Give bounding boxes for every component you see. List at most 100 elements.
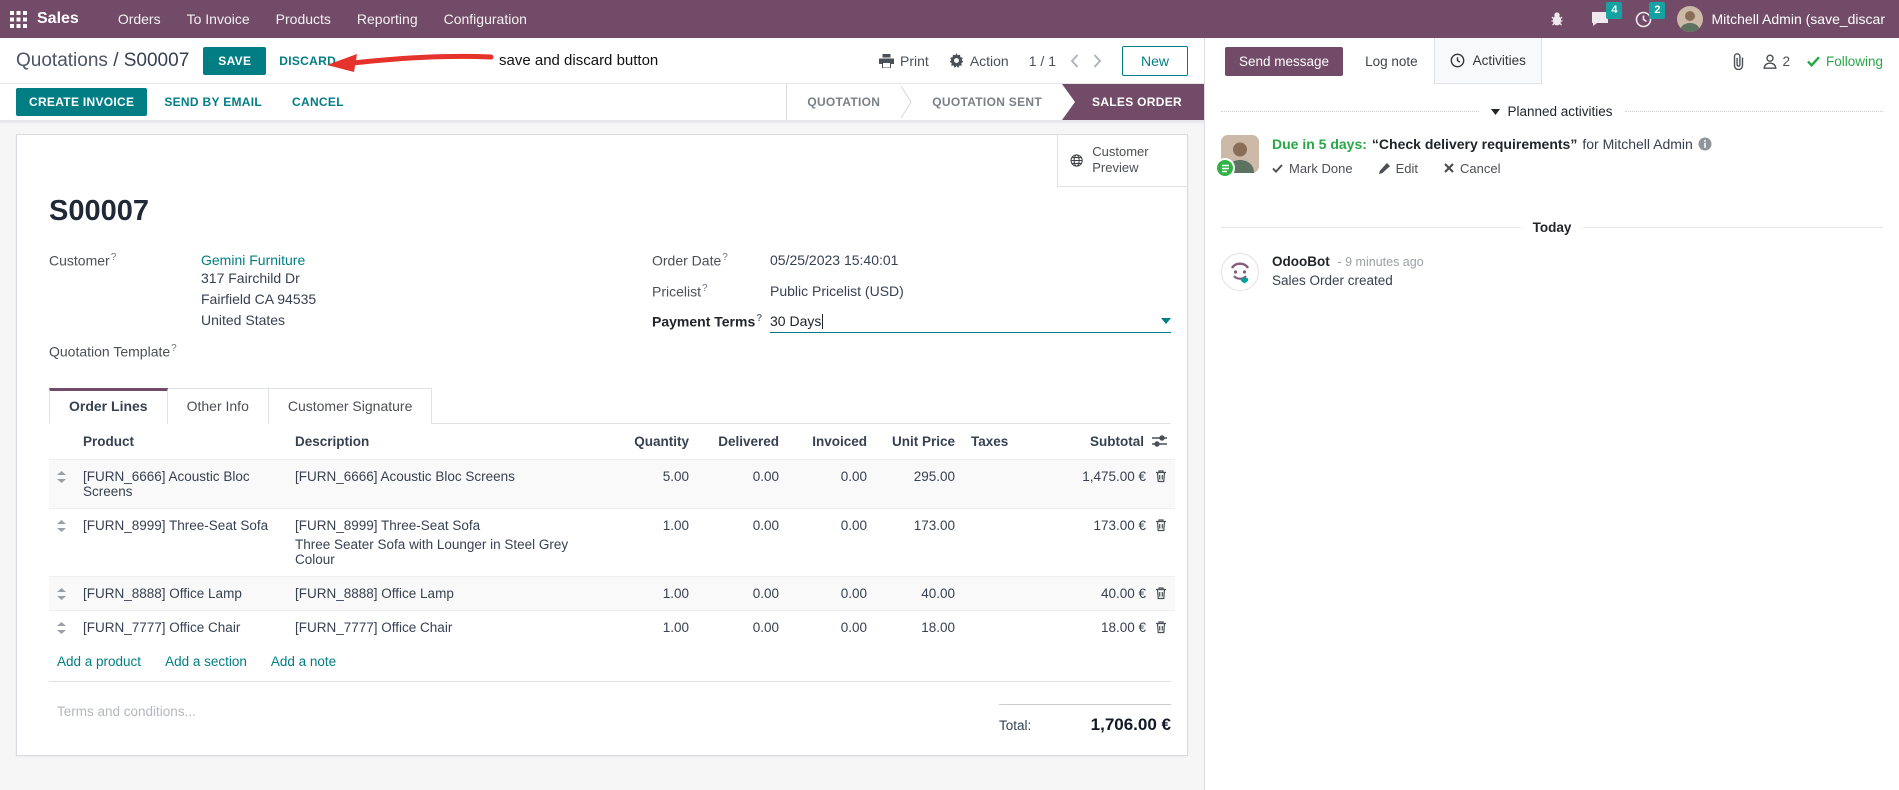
cell-invoiced[interactable]: 0.00 (787, 508, 875, 576)
breadcrumb-quotations[interactable]: Quotations (16, 50, 108, 71)
cell-taxes[interactable] (963, 459, 1029, 508)
nav-menu-to-invoice[interactable]: To Invoice (174, 1, 263, 37)
cell-product[interactable]: [FURN_7777] Office Chair (75, 610, 287, 644)
print-button[interactable]: Print (879, 53, 929, 69)
pager-next-icon[interactable] (1093, 53, 1102, 68)
action-button[interactable]: Action (949, 53, 1009, 69)
cell-taxes[interactable] (963, 576, 1029, 610)
save-button[interactable]: SAVE (203, 46, 267, 75)
log-note-button[interactable]: Log note (1357, 47, 1426, 76)
drag-handle-icon[interactable] (49, 459, 75, 508)
order-line-row[interactable]: [FURN_8888] Office Lamp [FURN_8888] Offi… (49, 576, 1175, 611)
activities-button[interactable]: Activities (1433, 38, 1542, 84)
cancel-activity-button[interactable]: Cancel (1444, 161, 1500, 176)
cell-unit-price[interactable]: 18.00 (875, 610, 963, 644)
cell-description[interactable]: [FURN_7777] Office Chair (287, 610, 617, 644)
cell-taxes[interactable] (963, 508, 1029, 576)
cell-quantity[interactable]: 1.00 (617, 508, 697, 576)
cell-description[interactable]: [FURN_8888] Office Lamp (287, 576, 617, 610)
create-invoice-button[interactable]: CREATE INVOICE (16, 88, 148, 116)
discard-button[interactable]: DISCARD (266, 47, 349, 75)
send-by-email-button[interactable]: SEND BY EMAIL (151, 88, 275, 116)
status-sales-order[interactable]: SALES ORDER (1062, 84, 1204, 120)
nav-menu-configuration[interactable]: Configuration (431, 1, 540, 37)
cell-description[interactable]: [FURN_8999] Three-Seat Sofa Three Seater… (287, 508, 617, 576)
col-product[interactable]: Product (75, 424, 287, 460)
activities-clock-icon[interactable]: 2 (1635, 1, 1666, 28)
cell-description[interactable]: [FURN_6666] Acoustic Bloc Screens (287, 459, 617, 508)
drag-handle-icon[interactable] (49, 610, 75, 644)
nav-menu-reporting[interactable]: Reporting (344, 1, 431, 37)
dropdown-caret-icon[interactable] (1161, 318, 1171, 325)
col-quantity[interactable]: Quantity (617, 424, 697, 460)
user-avatar[interactable] (1677, 6, 1704, 32)
customer-name-link[interactable]: Gemini Furniture (201, 252, 316, 268)
order-line-row[interactable]: [FURN_6666] Acoustic Bloc Screens [FURN_… (49, 459, 1175, 509)
cell-unit-price[interactable]: 173.00 (875, 508, 963, 576)
cell-invoiced[interactable]: 0.00 (787, 610, 875, 644)
tab-order-lines[interactable]: Order Lines (49, 387, 168, 424)
delete-line-icon[interactable] (1155, 586, 1167, 600)
col-description[interactable]: Description (287, 424, 617, 460)
col-delivered[interactable]: Delivered (697, 424, 787, 460)
nav-menu-products[interactable]: Products (263, 1, 344, 37)
cell-unit-price[interactable]: 40.00 (875, 576, 963, 610)
attach-files-button[interactable] (1731, 52, 1746, 70)
status-quotation-sent[interactable]: QUOTATION SENT (912, 84, 1062, 120)
status-quotation[interactable]: QUOTATION (787, 84, 900, 120)
odoobot-avatar[interactable] (1221, 252, 1259, 291)
customer-preview-button[interactable]: Customer Preview (1057, 135, 1187, 187)
terms-and-conditions-field[interactable]: Terms and conditions... (57, 704, 196, 735)
pricelist-value[interactable]: Public Pricelist (USD) (770, 283, 904, 300)
user-name[interactable]: Mitchell Admin (save_discar (1711, 11, 1885, 27)
add-section-link[interactable]: Add a section (165, 654, 247, 669)
following-button[interactable]: Following (1807, 54, 1883, 69)
add-product-link[interactable]: Add a product (57, 654, 141, 669)
payment-terms-input[interactable]: 30 Days (770, 313, 1171, 334)
cell-delivered[interactable]: 0.00 (697, 508, 787, 576)
app-name[interactable]: Sales (37, 10, 79, 28)
order-line-row[interactable]: [FURN_8999] Three-Seat Sofa [FURN_8999] … (49, 508, 1175, 576)
delete-line-icon[interactable] (1155, 518, 1167, 532)
cell-quantity[interactable]: 1.00 (617, 610, 697, 644)
message-author[interactable]: OdooBot (1272, 254, 1330, 269)
messages-icon[interactable]: 4 (1591, 2, 1623, 27)
cell-product[interactable]: [FURN_8999] Three-Seat Sofa (75, 508, 287, 576)
debug-icon[interactable] (1549, 11, 1565, 27)
cell-taxes[interactable] (963, 610, 1029, 644)
mark-done-button[interactable]: Mark Done (1272, 161, 1353, 176)
cell-delivered[interactable]: 0.00 (697, 459, 787, 508)
col-taxes[interactable]: Taxes (963, 424, 1029, 460)
cancel-button[interactable]: CANCEL (279, 88, 357, 116)
col-invoiced[interactable]: Invoiced (787, 424, 875, 460)
tab-customer-signature[interactable]: Customer Signature (268, 387, 433, 424)
nav-menu-orders[interactable]: Orders (105, 1, 174, 37)
info-icon[interactable] (1698, 137, 1712, 151)
add-note-link[interactable]: Add a note (271, 654, 336, 669)
delete-line-icon[interactable] (1155, 469, 1167, 483)
pager-previous-icon[interactable] (1070, 53, 1079, 68)
drag-handle-icon[interactable] (49, 576, 75, 610)
order-date-value[interactable]: 05/25/2023 15:40:01 (770, 252, 898, 269)
apps-grid-icon[interactable] (10, 10, 27, 28)
delete-line-icon[interactable] (1155, 620, 1167, 634)
order-line-row[interactable]: [FURN_7777] Office Chair [FURN_7777] Off… (49, 610, 1175, 644)
col-unit-price[interactable]: Unit Price (875, 424, 963, 460)
drag-handle-icon[interactable] (49, 508, 75, 576)
cell-invoiced[interactable]: 0.00 (787, 459, 875, 508)
cell-quantity[interactable]: 1.00 (617, 576, 697, 610)
edit-activity-button[interactable]: Edit (1378, 161, 1418, 176)
cell-product[interactable]: [FURN_6666] Acoustic Bloc Screens (75, 459, 287, 508)
cell-quantity[interactable]: 5.00 (617, 459, 697, 508)
cell-product[interactable]: [FURN_8888] Office Lamp (75, 576, 287, 610)
cell-delivered[interactable]: 0.00 (697, 576, 787, 610)
cell-invoiced[interactable]: 0.00 (787, 576, 875, 610)
col-subtotal[interactable]: Subtotal (1029, 424, 1175, 460)
cell-unit-price[interactable]: 295.00 (875, 459, 963, 508)
followers-button[interactable]: 2 (1763, 54, 1790, 69)
tab-other-info[interactable]: Other Info (167, 387, 269, 424)
activity-avatar[interactable] (1215, 135, 1259, 178)
planned-activities-toggle[interactable]: Planned activities (1491, 104, 1613, 119)
new-button[interactable]: New (1121, 45, 1188, 76)
send-message-button[interactable]: Send message (1225, 46, 1344, 76)
